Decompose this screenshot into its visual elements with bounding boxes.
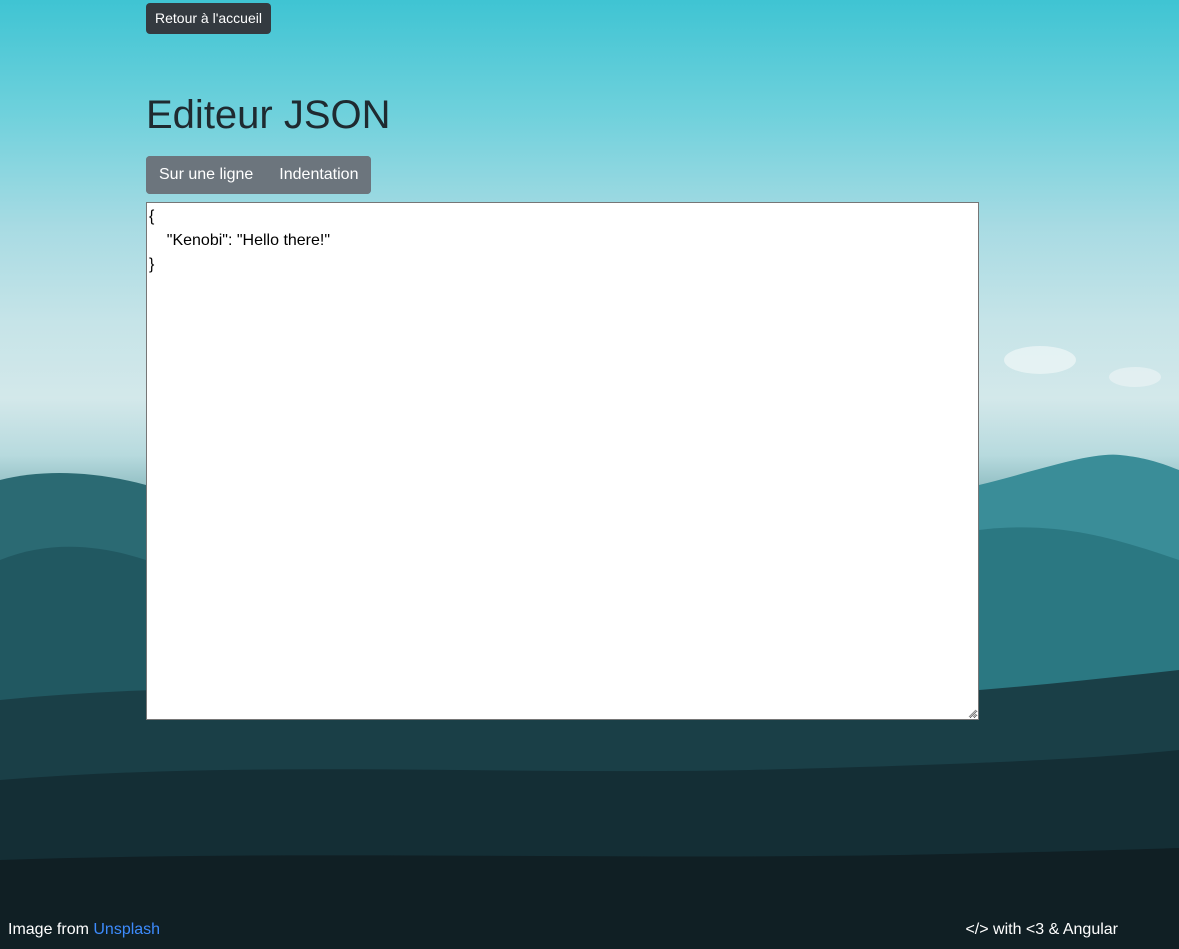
indentation-button[interactable]: Indentation <box>266 156 372 194</box>
image-credit: Image from Unsplash <box>8 920 160 940</box>
format-button-group: Sur une ligne Indentation <box>146 156 372 194</box>
page-title: Editeur JSON <box>146 93 391 137</box>
image-credit-prefix: Image from <box>8 921 89 938</box>
unsplash-link[interactable]: Unsplash <box>93 921 160 938</box>
json-editor-textarea[interactable] <box>146 202 979 720</box>
made-with-text: </> with <3 & Angular <box>965 921 1118 938</box>
back-home-button[interactable]: Retour à l'accueil <box>146 3 271 34</box>
single-line-button[interactable]: Sur une ligne <box>146 156 267 194</box>
